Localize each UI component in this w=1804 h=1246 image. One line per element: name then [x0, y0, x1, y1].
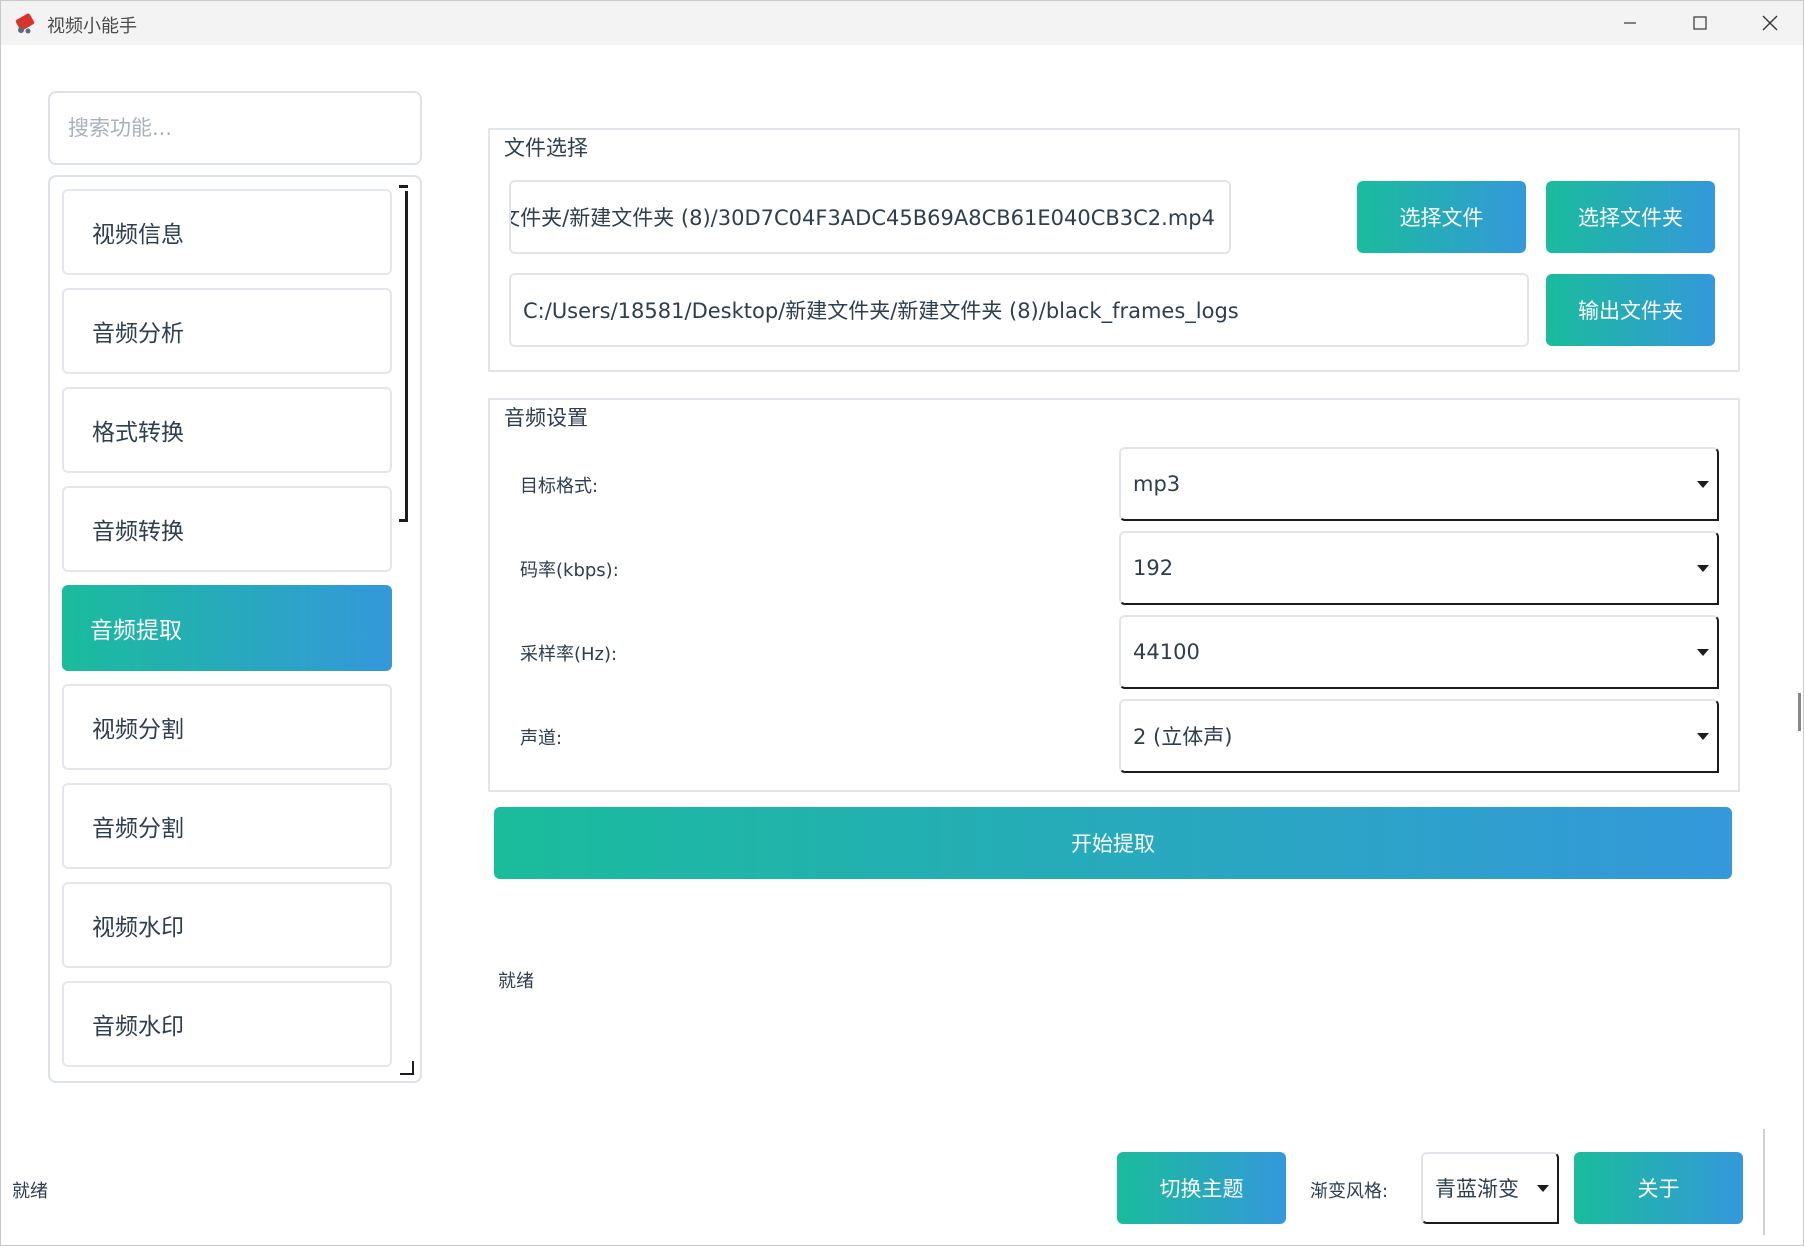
sidebar-item-video-watermark[interactable]: 视频水印: [62, 882, 392, 968]
edge-marker: [1798, 693, 1801, 731]
file-selection-group: 文件选择 esktop/新建文件夹/新建文件夹 (8)/30D7C04F3ADC…: [488, 128, 1740, 372]
audio-settings-title: 音频设置: [504, 402, 588, 432]
minimize-button[interactable]: [1595, 1, 1665, 45]
sidebar-item-format-convert[interactable]: 格式转换: [62, 387, 392, 473]
sidebar-item-video-info[interactable]: 视频信息: [62, 189, 392, 275]
panel-status-text: 就绪: [498, 971, 534, 992]
close-icon: [1762, 15, 1778, 31]
select-file-button[interactable]: 选择文件: [1357, 181, 1526, 253]
samplerate-select[interactable]: 44100: [1119, 615, 1719, 689]
chevron-down-icon: [1697, 565, 1709, 572]
sidebar-item-audio-split[interactable]: 音频分割: [62, 783, 392, 869]
footer-divider: [1763, 1129, 1765, 1235]
chevron-down-icon: [1697, 481, 1709, 488]
scrollbar-handle[interactable]: [405, 191, 408, 521]
bitrate-label: 码率(kbps):: [520, 560, 619, 581]
bitrate-select[interactable]: 192: [1119, 531, 1719, 605]
audio-settings-group: 音频设置 目标格式: mp3 码率(kbps): 192 采样率(Hz): 44…: [488, 398, 1740, 792]
select-folder-button[interactable]: 选择文件夹: [1546, 181, 1715, 253]
format-label: 目标格式:: [520, 476, 599, 497]
about-button[interactable]: 关于: [1574, 1152, 1743, 1224]
file-selection-title: 文件选择: [504, 132, 588, 162]
title-bar: 视频小能手: [1, 1, 1803, 45]
start-extract-button[interactable]: 开始提取: [494, 807, 1732, 879]
channels-select[interactable]: 2 (立体声): [1119, 699, 1719, 773]
output-path: C:/Users/18581/Desktop/新建文件夹/新建文件夹 (8)/b…: [523, 299, 1239, 323]
samplerate-label: 采样率(Hz):: [520, 644, 618, 665]
chevron-down-icon: [1697, 649, 1709, 656]
channels-label: 声道:: [520, 728, 563, 749]
close-button[interactable]: [1735, 1, 1803, 45]
feature-list: 视频信息 音频分析 格式转换 音频转换 音频提取 视频分割 音频分割 视频水印 …: [48, 175, 422, 1083]
gradient-style-value: 青蓝渐变: [1435, 1177, 1519, 1201]
input-file-field[interactable]: esktop/新建文件夹/新建文件夹 (8)/30D7C04F3ADC45B69…: [509, 180, 1231, 254]
footer-status-text: 就绪: [12, 1181, 48, 1202]
sidebar-item-audio-extract[interactable]: 音频提取: [62, 585, 392, 671]
gradient-style-label: 渐变风格:: [1310, 1181, 1389, 1202]
window-title: 视频小能手: [47, 16, 137, 37]
input-file-path: esktop/新建文件夹/新建文件夹 (8)/30D7C04F3ADC45B69…: [509, 206, 1215, 230]
scrollbar-top-cap: [399, 185, 408, 188]
sidebar-item-audio-convert[interactable]: 音频转换: [62, 486, 392, 572]
bitrate-value: 192: [1133, 556, 1174, 580]
app-logo-icon: [15, 13, 35, 34]
chevron-down-icon: [1537, 1185, 1549, 1192]
sidebar-item-audio-watermark[interactable]: 音频水印: [62, 981, 392, 1067]
switch-theme-button[interactable]: 切换主题: [1117, 1152, 1286, 1224]
sidebar-item-video-split[interactable]: 视频分割: [62, 684, 392, 770]
search-box: [48, 91, 422, 165]
gradient-style-select[interactable]: 青蓝渐变: [1421, 1152, 1559, 1224]
samplerate-value: 44100: [1133, 640, 1200, 664]
output-folder-button[interactable]: 输出文件夹: [1546, 274, 1715, 346]
format-value: mp3: [1133, 472, 1181, 496]
minimize-icon: [1624, 22, 1636, 24]
app-window: 视频小能手 视频信息 音频分析 格式转换 音频转换 音频提取 视频分割 音频分割…: [0, 0, 1804, 1246]
format-select[interactable]: mp3: [1119, 447, 1719, 521]
maximize-button[interactable]: [1665, 1, 1735, 45]
search-input[interactable]: [66, 115, 400, 141]
sidebar-item-audio-analysis[interactable]: 音频分析: [62, 288, 392, 374]
maximize-icon: [1693, 16, 1707, 30]
list-scrollbar[interactable]: [399, 185, 412, 525]
chevron-down-icon: [1697, 733, 1709, 740]
scrollbar-bottom-cap: [399, 519, 408, 522]
output-path-field[interactable]: C:/Users/18581/Desktop/新建文件夹/新建文件夹 (8)/b…: [509, 273, 1529, 347]
channels-value: 2 (立体声): [1133, 725, 1233, 749]
scroll-corner: [400, 1061, 414, 1075]
